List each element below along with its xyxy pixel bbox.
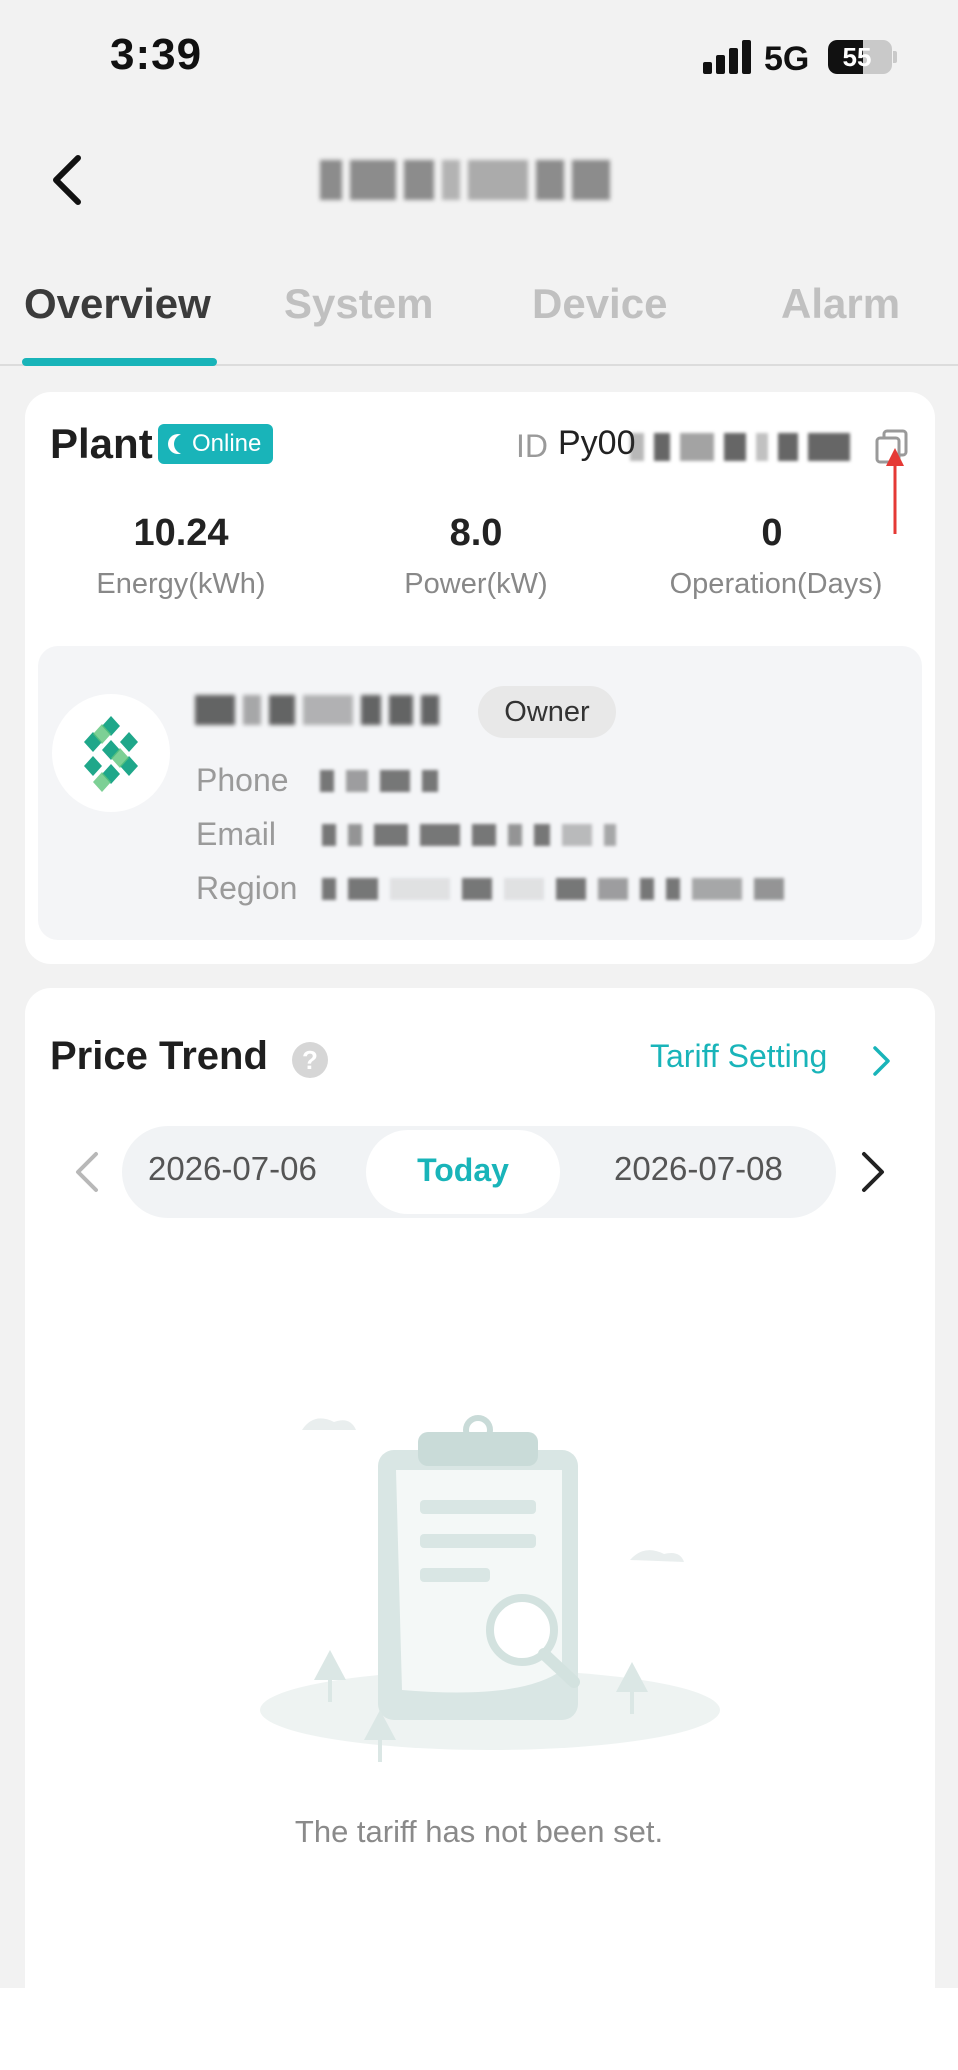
status-badge-label: Online xyxy=(192,430,262,457)
phone-label: Phone xyxy=(196,762,289,798)
next-date-button[interactable] xyxy=(858,1148,888,1196)
page-title-redacted xyxy=(320,152,630,208)
owner-name-redacted xyxy=(195,688,463,732)
price-trend-title: Price Trend xyxy=(50,1034,268,1078)
brand-logo-icon xyxy=(84,716,138,792)
power-value: 8.0 xyxy=(449,512,503,554)
avatar xyxy=(52,694,170,812)
moon-icon xyxy=(168,434,188,454)
chevron-right-icon[interactable] xyxy=(870,1044,894,1078)
cellular-signal-icon xyxy=(703,40,753,74)
phone-value-redacted xyxy=(320,766,470,796)
back-button[interactable] xyxy=(40,150,100,210)
tab-device[interactable]: Device xyxy=(532,280,667,328)
empty-state-message: The tariff has not been set. xyxy=(294,1814,664,1849)
date-current[interactable]: Today xyxy=(366,1152,560,1189)
owner-role-chip: Owner xyxy=(478,686,616,738)
date-next[interactable]: 2026-07-08 xyxy=(614,1150,783,1188)
plant-title: Plant xyxy=(50,420,153,467)
status-time: 3:39 xyxy=(110,30,203,79)
date-prev[interactable]: 2026-07-06 xyxy=(148,1150,317,1188)
operation-days-value: 0 xyxy=(761,512,783,554)
battery-level: 55 xyxy=(842,42,872,72)
battery-icon: 55 xyxy=(828,40,892,74)
empty-clipboard-illustration xyxy=(260,1415,720,1762)
bottom-area xyxy=(0,1988,958,2070)
prev-date-button[interactable] xyxy=(72,1148,102,1196)
tab-overview[interactable]: Overview xyxy=(24,280,211,328)
region-label: Region xyxy=(196,870,298,906)
tariff-setting-link[interactable]: Tariff Setting xyxy=(650,1038,827,1075)
active-tab-indicator xyxy=(22,358,217,366)
plant-id-label: ID xyxy=(516,428,548,464)
question-icon[interactable]: ? xyxy=(292,1042,328,1078)
email-value-redacted xyxy=(322,820,722,850)
network-type: 5G xyxy=(764,40,810,78)
region-value-redacted xyxy=(322,874,832,904)
email-label: Email xyxy=(196,816,277,852)
chevron-left-icon xyxy=(53,155,81,205)
battery-tip xyxy=(893,51,897,63)
energy-value: 10.24 xyxy=(133,512,229,554)
energy-label: Energy(kWh) xyxy=(96,568,266,600)
power-label: Power(kW) xyxy=(404,568,548,600)
operation-days-label: Operation(Days) xyxy=(669,568,883,600)
status-badge: Online xyxy=(158,424,274,464)
tab-system[interactable]: System xyxy=(284,280,433,328)
plant-id-value: Py00 xyxy=(558,424,636,462)
plant-id-redacted xyxy=(630,428,858,466)
tab-alarm[interactable]: Alarm xyxy=(781,280,900,328)
